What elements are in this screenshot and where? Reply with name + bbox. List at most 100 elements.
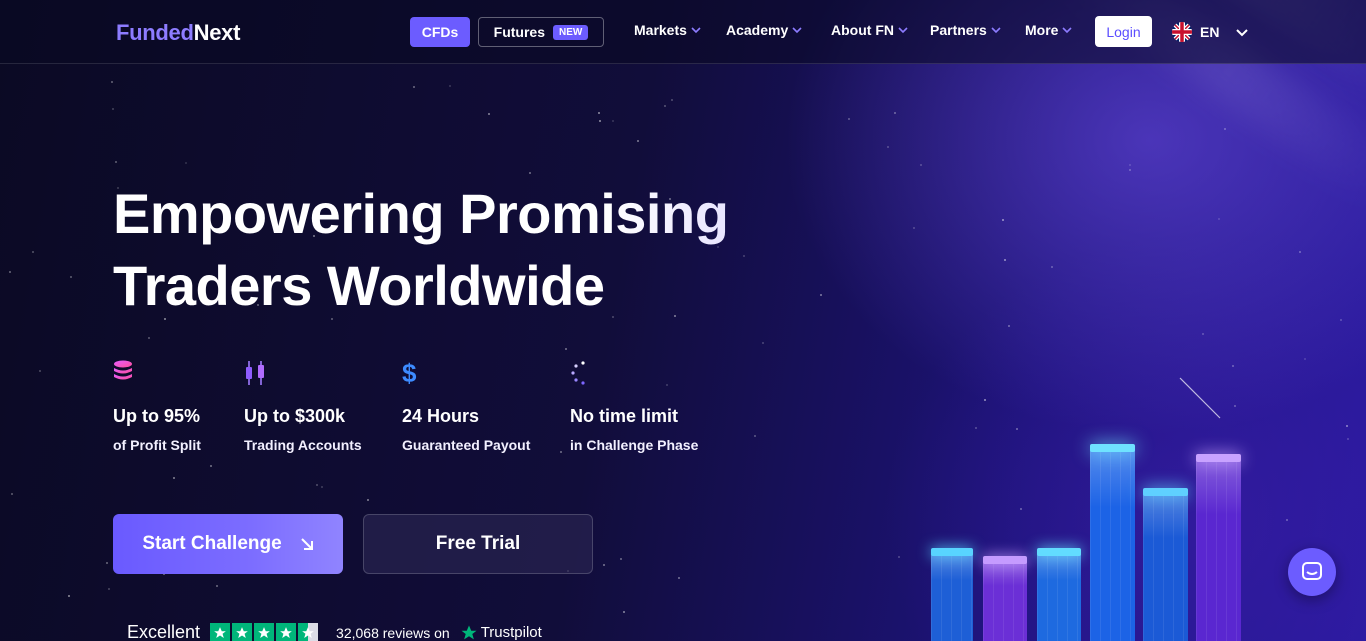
star-dot [1004,259,1006,261]
shooting-star [1179,377,1221,419]
star-dot [1286,519,1288,521]
star-dot [68,595,70,597]
arrow-down-right-icon [300,538,313,550]
coin-stack-icon [114,360,132,380]
star-dot [413,86,415,88]
uk-flag-icon [1172,22,1192,42]
glow-bar [1196,454,1241,641]
star-dot [848,118,850,120]
new-badge: NEW [553,24,589,40]
top-navbar: FundedNext CFDs Futures NEW Markets Acad… [0,0,1366,64]
star-dot [894,112,896,114]
hero-title-line2: Traders Worldwide [113,254,605,317]
feature-title: Up to 95% [113,406,201,426]
star-dot [316,484,318,486]
language-selector[interactable]: EN [1172,22,1249,42]
chat-widget-button[interactable] [1288,548,1336,596]
chat-icon [1302,562,1322,580]
trustpilot-brand-text: Trustpilot [480,624,542,641]
chevron-down-icon [898,27,908,34]
feature-profit-split: Up to 95% of Profit Split [113,360,201,453]
feature-subtitle: Guaranteed Payout [402,437,531,453]
star-dot [1224,128,1226,130]
chevron-down-icon [1236,29,1249,37]
chevron-down-icon [792,27,802,34]
star-dot [9,271,11,273]
star-dot [449,85,451,87]
nav-more[interactable]: More [1025,22,1073,38]
star-dot [1234,405,1236,407]
star-dot [216,585,218,587]
hero-title-line1: Empowering Promising [113,178,813,250]
star-dot [1299,251,1301,253]
star-dot [637,140,639,142]
star-dot [898,556,900,558]
star-dot [1346,425,1348,427]
half-star-icon [298,622,319,641]
feature-subtitle: Trading Accounts [244,437,362,453]
free-trial-button[interactable]: Free Trial [363,514,593,574]
feature-title: Up to $300k [244,406,346,426]
star-dot [1340,319,1342,321]
star-dot [1051,266,1053,268]
star-dot [603,564,605,566]
futures-button[interactable]: Futures NEW [478,17,604,47]
feature-guaranteed-payout: $ 24 Hours Guaranteed Payout [402,358,531,453]
star-dot [913,227,915,229]
hero-title: Empowering Promising Traders Worldwide [113,178,813,322]
star-dot [112,108,114,110]
trustpilot-rating[interactable]: Excellent 32,068 reviews on Trustpilot [127,622,542,641]
star-icon [232,622,253,641]
trustpilot-logo: Trustpilot [460,624,542,641]
glow-bar [931,548,973,641]
feature-title: No time limit [570,406,679,426]
nav-partners-label: Partners [930,22,987,38]
star-dot [984,399,986,401]
feature-title: 24 Hours [402,406,480,426]
fundednext-logo[interactable]: FundedNext [116,20,240,46]
trustpilot-stars [210,622,319,641]
star-icon [254,622,275,641]
nav-about-fn[interactable]: About FN [831,22,908,38]
star-dot [754,435,756,437]
star-dot [1129,169,1131,171]
loading-dots-icon [571,361,585,385]
candlestick-icon [246,361,264,385]
nav-about-label: About FN [831,22,894,38]
star-icon [276,622,297,641]
feature-trading-accounts: Up to $300k Trading Accounts [244,360,362,453]
cfds-button[interactable]: CFDs [410,17,470,47]
star-dot [1232,365,1234,367]
feature-subtitle: of Profit Split [113,437,201,453]
star-dot [111,81,113,83]
start-challenge-button[interactable]: Start Challenge [113,514,343,574]
star-dot [321,486,323,488]
star-dot [623,611,625,613]
star-dot [108,588,110,590]
star-dot [106,562,108,564]
futures-label: Futures [493,24,545,40]
login-button[interactable]: Login [1095,16,1152,47]
glow-bar [1143,488,1188,641]
star-dot [598,112,600,114]
trustpilot-review-count: 32,068 reviews on [336,624,450,641]
star-dot [1347,438,1349,440]
star-dot [1016,428,1018,430]
trustpilot-rating-text: Excellent [127,622,201,641]
star-dot [1008,325,1010,327]
star-dot [1129,164,1131,166]
nav-academy[interactable]: Academy [726,22,802,38]
nav-markets[interactable]: Markets [634,22,701,38]
nav-partners[interactable]: Partners [930,22,1001,38]
feature-no-time-limit: No time limit in Challenge Phase [570,360,698,453]
star-dot [664,105,666,107]
star-dot [1202,333,1204,335]
feature-subtitle: in Challenge Phase [570,437,699,453]
star-icon [210,622,231,641]
glow-bar [1037,548,1081,641]
nav-more-label: More [1025,22,1059,38]
star-dot [599,120,601,122]
chevron-down-icon [1062,27,1073,34]
star-dot [612,120,614,122]
star-dot [1002,219,1004,221]
